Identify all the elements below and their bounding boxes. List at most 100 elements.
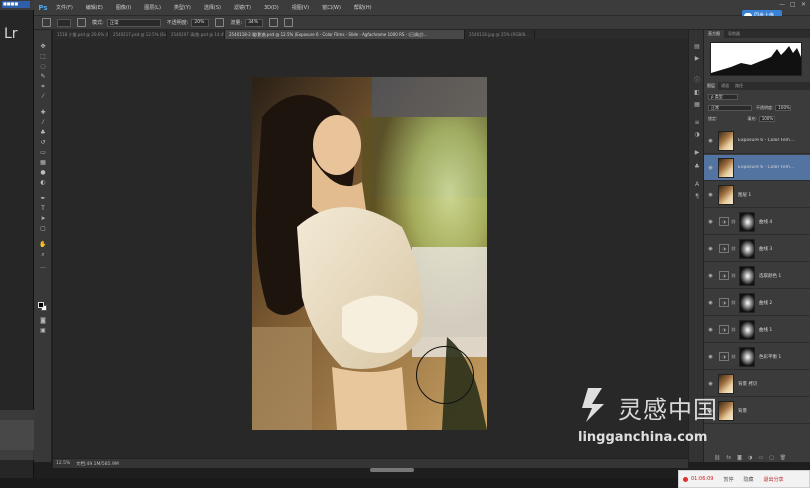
tab-channels[interactable]: 通道 — [718, 82, 732, 90]
layer-thumbnail[interactable] — [718, 373, 734, 394]
layer-name[interactable]: 背景 — [738, 408, 747, 414]
visibility-eye-icon[interactable]: ◉ — [706, 165, 715, 171]
layer-blend-mode[interactable]: 正常 — [708, 104, 752, 111]
layer-thumbnail[interactable] — [718, 184, 734, 205]
menu-3d[interactable]: 3D(D) — [264, 5, 279, 11]
layer-thumbnail[interactable] — [718, 157, 734, 178]
new-adjustment-icon[interactable]: ◑ — [748, 455, 752, 461]
paragraph-panel-icon[interactable]: ¶ — [693, 194, 701, 200]
mask-link-icon[interactable]: ⛓ — [731, 219, 736, 224]
layer-mask-thumbnail[interactable] — [739, 346, 755, 367]
visibility-eye-icon[interactable]: ◉ — [706, 219, 715, 225]
link-layers-icon[interactable]: ⛓ — [714, 455, 720, 461]
layer-name[interactable]: 图层 1 — [738, 192, 751, 198]
visibility-eye-icon[interactable]: ◉ — [706, 138, 715, 144]
tab-paths[interactable]: 路径 — [732, 82, 746, 90]
layer-name[interactable]: Exposure 6 - Color Film... — [738, 138, 794, 143]
menu-window[interactable]: 窗口(W) — [322, 4, 341, 11]
info-panel-icon[interactable]: ⓘ — [693, 78, 701, 84]
stamp-tool-icon[interactable]: ♣ — [39, 130, 47, 136]
layer-name[interactable]: 选取颜色 1 — [759, 273, 781, 279]
mask-link-icon[interactable]: ⛓ — [731, 327, 736, 332]
add-mask-icon[interactable]: ◙ — [737, 455, 742, 461]
move-tool-icon[interactable]: ✥ — [39, 44, 47, 50]
visibility-eye-icon[interactable]: ◉ — [706, 381, 715, 387]
menu-edit[interactable]: 编辑(E) — [86, 4, 103, 11]
new-group-icon[interactable]: ▭ — [758, 455, 763, 461]
layer-row[interactable]: ◉ ◑ ⛓ 曲线 4 — [704, 209, 810, 235]
visibility-eye-icon[interactable]: ◉ — [706, 354, 715, 360]
mask-link-icon[interactable]: ⛓ — [731, 246, 736, 251]
layer-name[interactable]: 背景 拷贝 — [738, 381, 757, 387]
properties-panel-icon[interactable]: ≡ — [693, 120, 701, 126]
opacity-input[interactable]: 20% — [191, 18, 210, 27]
hand-tool-icon[interactable]: ✋ — [39, 242, 47, 248]
menu-image[interactable]: 图像(I) — [116, 4, 131, 11]
actions-panel-icon[interactable]: ▶ — [693, 56, 701, 62]
menu-layer[interactable]: 图层(L) — [144, 4, 161, 11]
layer-name[interactable]: 曲线 2 — [759, 300, 772, 306]
layer-row[interactable]: ◉ ◑ ⛓ 曲线 2 — [704, 290, 810, 316]
pressure-opacity-icon[interactable] — [215, 18, 225, 27]
layer-mask-thumbnail[interactable] — [739, 211, 755, 232]
tab-doc-active[interactable]: 2540118-2 暖(影曲.psd @ 12.5% (Exposure 6 -… — [225, 30, 465, 39]
menu-filter[interactable]: 滤镜(T) — [234, 4, 251, 11]
layer-name[interactable]: 曲线 3 — [759, 246, 772, 252]
layer-style-icon[interactable]: fx — [726, 455, 731, 461]
layer-row[interactable]: ◉ ◑ ⛓ 选取颜色 1 — [704, 263, 810, 289]
tab-layers[interactable]: 图层 — [704, 82, 718, 90]
brush-size-field[interactable] — [57, 18, 71, 27]
eraser-tool-icon[interactable]: ▭ — [39, 150, 47, 156]
quick-mask-icon[interactable]: ◙ — [39, 318, 47, 324]
dodge-tool-icon[interactable]: ◐ — [39, 180, 47, 186]
blur-tool-icon[interactable]: ● — [39, 170, 47, 176]
visibility-eye-icon[interactable]: ◉ — [706, 192, 715, 198]
character-panel-icon[interactable]: A — [693, 182, 701, 188]
minimize-button[interactable]: — — [779, 2, 785, 8]
layer-name[interactable]: 曲线 1 — [759, 327, 772, 333]
shape-tool-icon[interactable]: ▢ — [39, 226, 47, 232]
menu-type[interactable]: 类型(Y) — [174, 4, 191, 11]
layer-opacity-input[interactable]: 100% — [775, 104, 792, 111]
layer-thumbnail[interactable] — [718, 400, 734, 421]
color-panel-icon[interactable]: ◧ — [693, 90, 701, 96]
zoom-level[interactable]: 12.5% — [56, 461, 76, 466]
layer-row[interactable]: ◉ ◑ ⛓ 曲线 1 — [704, 317, 810, 343]
horizontal-scrollbar[interactable] — [370, 468, 414, 472]
layer-fill-input[interactable]: 100% — [758, 115, 775, 122]
maximize-button[interactable]: □ — [790, 2, 796, 8]
brush-panel-icon[interactable]: ▶ — [693, 150, 701, 156]
layer-mask-thumbnail[interactable] — [739, 292, 755, 313]
tab-doc-2[interactable]: 2540217.psd @ 12.5% (Exposure... — [109, 30, 167, 39]
layer-row[interactable]: ◉ ◑ ⛓ 曲线 3 — [704, 236, 810, 262]
path-select-tool-icon[interactable]: ➤ — [39, 216, 47, 222]
eyedropper-tool-icon[interactable]: ⁄ — [39, 94, 47, 100]
layer-row[interactable]: ◉ ◑ ⛓ 色彩平衡 1 — [704, 344, 810, 370]
visibility-eye-icon[interactable]: ◉ — [706, 300, 715, 306]
quick-select-tool-icon[interactable]: ✎ — [39, 74, 47, 80]
pause-button[interactable]: 暂停 — [723, 476, 733, 483]
brush-preset-icon[interactable] — [42, 18, 51, 27]
close-button[interactable]: ✕ — [801, 2, 807, 8]
mask-link-icon[interactable]: ⛓ — [731, 354, 736, 359]
visibility-eye-icon[interactable]: ◉ — [706, 246, 715, 252]
history-brush-tool-icon[interactable]: ↺ — [39, 140, 47, 146]
layer-name[interactable]: 曲线 4 — [759, 219, 772, 225]
tab-doc-5[interactable]: 2540118.jpg @ 25% (RGB/8... — [465, 30, 535, 39]
foreground-color-swatch[interactable] — [38, 302, 44, 308]
layer-mask-thumbnail[interactable] — [739, 265, 755, 286]
visibility-eye-icon[interactable]: ◉ — [706, 327, 715, 333]
brush-panel-icon[interactable] — [77, 18, 86, 27]
tab-doc-3[interactable]: 2540207 清/曲.psd @ 14.4% (RGB/... — [167, 30, 225, 39]
screen-mode-icon[interactable]: ▣ — [39, 328, 47, 334]
flow-input[interactable]: 34% — [245, 18, 264, 27]
menu-view[interactable]: 视图(V) — [292, 4, 309, 11]
gradient-tool-icon[interactable]: ▦ — [39, 160, 47, 166]
zoom-tool-icon[interactable]: ⌕ — [39, 252, 47, 258]
brush-tool-icon[interactable]: ⁄ — [39, 120, 47, 126]
menu-help[interactable]: 帮助(H) — [354, 4, 372, 11]
new-layer-icon[interactable]: ▢ — [769, 455, 774, 461]
tab-doc-1[interactable]: 1518 小雏.psd @ 20.6% (Exposure... — [53, 30, 109, 39]
healing-tool-icon[interactable]: ✚ — [39, 110, 47, 116]
menu-file[interactable]: 文件(F) — [56, 4, 73, 11]
